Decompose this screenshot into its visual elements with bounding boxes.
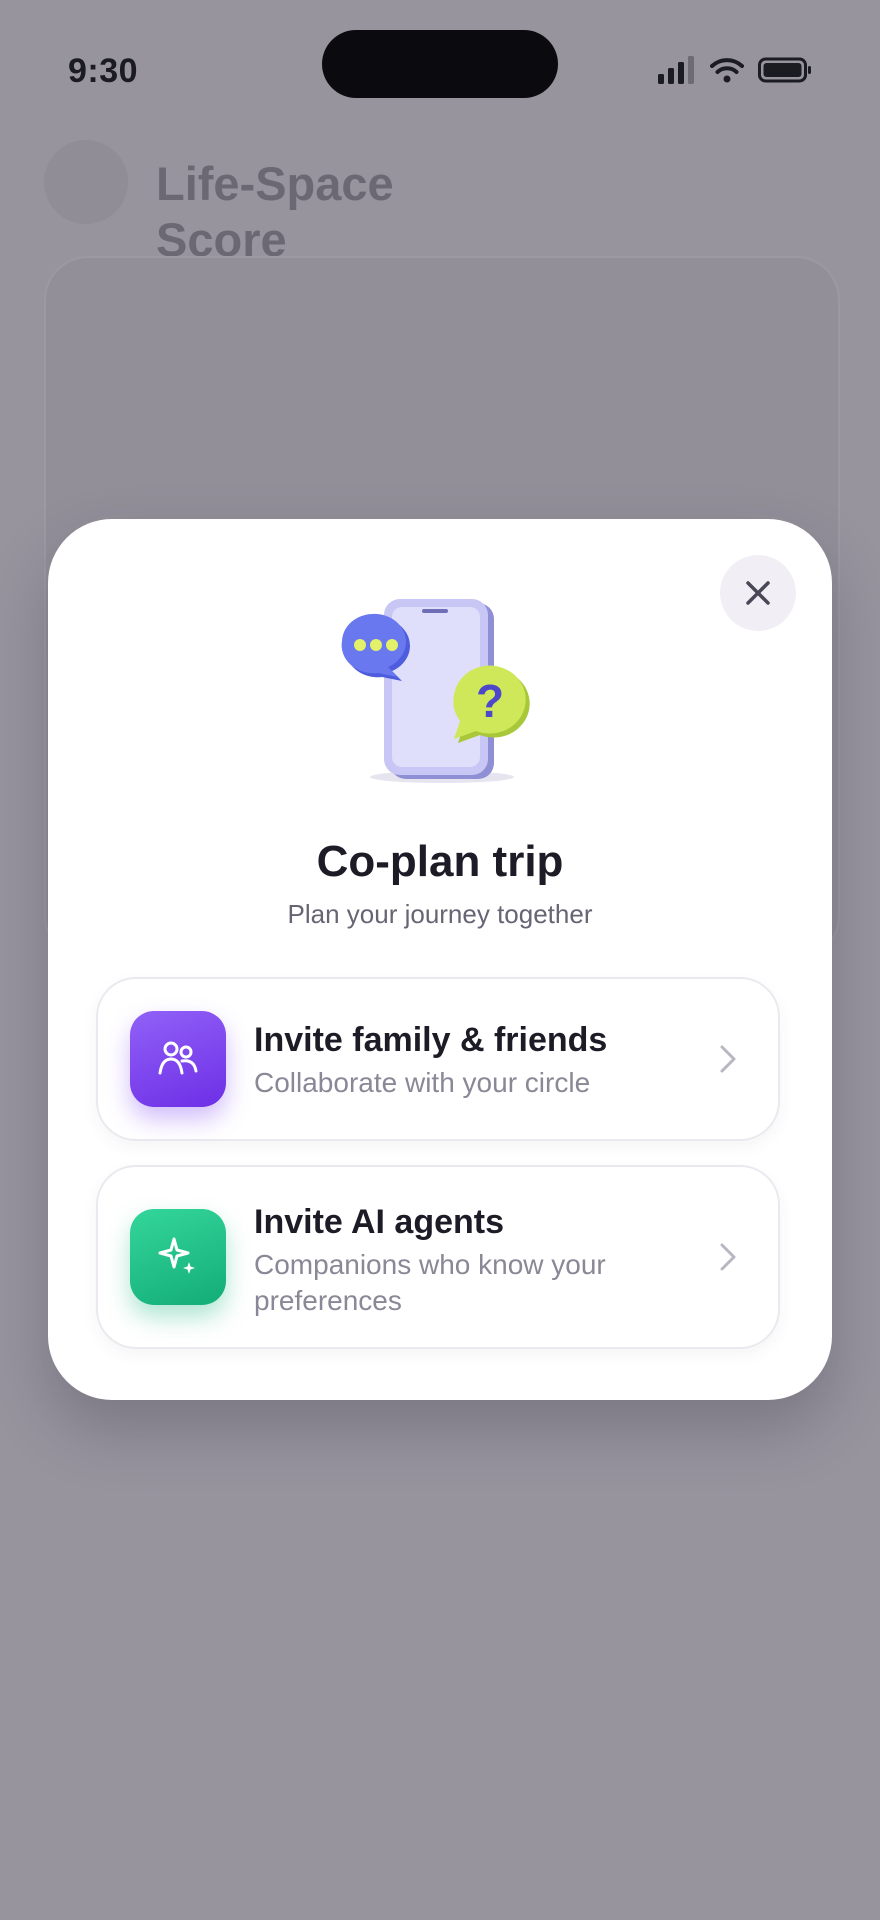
battery-icon xyxy=(758,57,811,83)
close-button[interactable] xyxy=(720,555,796,631)
option-title: Invite family & friends xyxy=(254,1021,608,1059)
wifi-icon xyxy=(710,58,744,83)
status-icons xyxy=(658,56,812,84)
page-title: Life-Space Score xyxy=(156,157,394,266)
option-description: Companions who know your preferences xyxy=(254,1249,606,1316)
dynamic-island xyxy=(322,30,558,98)
svg-text:?: ? xyxy=(476,675,504,727)
modal-subtitle: Plan your journey together xyxy=(287,899,593,929)
phone-chat-illustration: ? xyxy=(341,599,530,783)
option-description: Collaborate with your circle xyxy=(254,1067,591,1098)
avatar xyxy=(44,140,128,224)
option-title: Invite AI agents xyxy=(254,1203,505,1241)
co-plan-modal: ? Co-plan trip Plan your journey togethe… xyxy=(48,519,832,1400)
chevron-right-icon xyxy=(720,1243,736,1271)
sparkles-icon xyxy=(130,1209,226,1305)
invite-family-button[interactable]: Invite family & friends Collaborate with… xyxy=(96,977,780,1141)
signal-icon xyxy=(658,56,694,84)
close-icon xyxy=(746,581,770,605)
modal-title: Co-plan trip xyxy=(316,837,564,886)
status-time: 9:30 xyxy=(68,52,139,90)
chevron-right-icon xyxy=(720,1045,736,1073)
people-icon xyxy=(130,1011,226,1107)
invite-ai-agents-button[interactable]: Invite AI agents Companions who know you… xyxy=(96,1165,780,1349)
